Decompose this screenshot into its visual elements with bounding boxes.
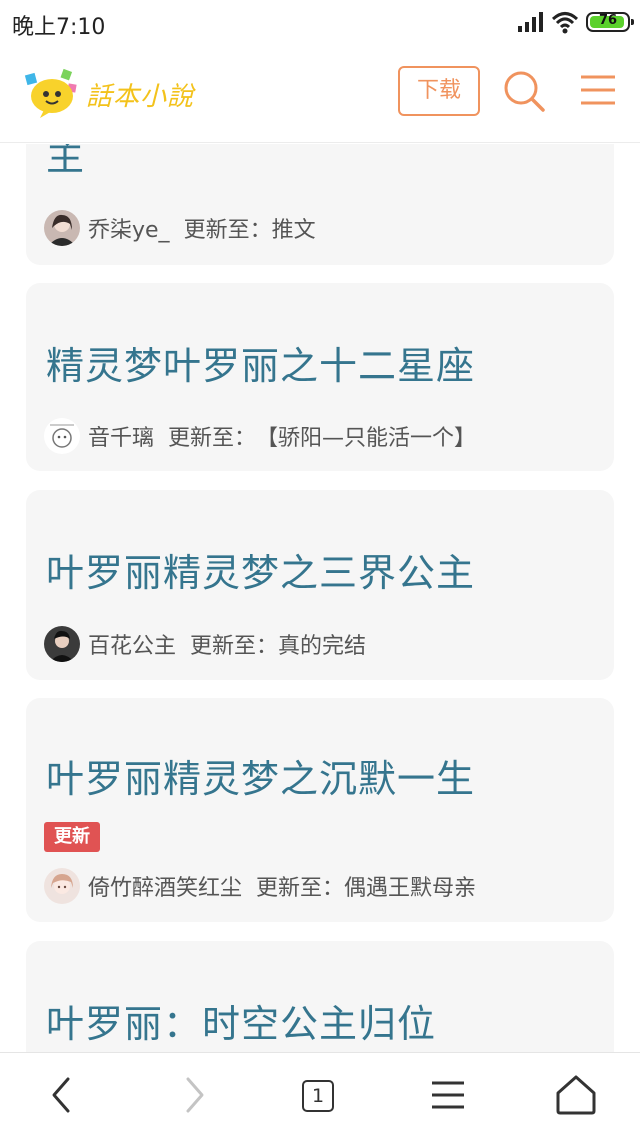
home-icon[interactable]	[554, 1073, 598, 1117]
browser-menu-icon[interactable]	[426, 1073, 470, 1117]
wifi-icon	[551, 12, 579, 34]
novel-meta: 百花公主 更新至： 真的完结	[44, 626, 366, 662]
update-label: 更新至：	[256, 876, 345, 901]
status-bar: 晚上7:10 76	[0, 0, 640, 46]
update-label: 更新至：	[168, 426, 257, 451]
update-badge: 更新	[44, 822, 100, 852]
novel-title[interactable]: 主	[46, 144, 85, 181]
battery-level: 76	[598, 13, 618, 28]
novel-card[interactable]: 精灵梦叶罗丽之十二星座 音千璃 更新至： 【骄阳—只能活一个】	[26, 283, 614, 471]
novel-list: 主 乔柒ye_ 更新至： 推文 精灵梦叶罗丽之十二星座 音千璃 更新至： 【骄阳…	[0, 144, 640, 1052]
update-label: 更新至：	[183, 218, 272, 243]
status-time: 晚上7:10	[12, 15, 106, 40]
back-arrow-icon[interactable]	[40, 1073, 84, 1117]
novel-card[interactable]: 叶罗丽精灵梦之沉默一生 更新 倚竹醉酒笑红尘 更新至： 偶遇王默母亲	[26, 698, 614, 922]
author-name[interactable]: 百花公主	[88, 628, 176, 660]
novel-meta: 乔柒ye_ 更新至： 推文	[44, 210, 316, 246]
author-name[interactable]: 倚竹醉酒笑红尘	[88, 870, 242, 902]
author-avatar	[44, 210, 80, 246]
novel-card[interactable]: 叶罗丽：时空公主归位	[26, 941, 614, 1052]
update-label: 更新至：	[190, 634, 279, 659]
latest-chapter[interactable]: 真的完结	[278, 628, 366, 660]
author-avatar	[44, 868, 80, 904]
download-button[interactable]: 下载	[398, 66, 480, 116]
novel-title[interactable]: 叶罗丽精灵梦之三界公主	[46, 542, 475, 597]
menu-icon[interactable]	[580, 74, 616, 106]
latest-chapter[interactable]: 【骄阳—只能活一个】	[256, 420, 476, 452]
author-name[interactable]: 音千璃	[88, 420, 154, 452]
battery-icon: 76	[586, 12, 634, 32]
mascot-logo-icon	[24, 68, 77, 118]
site-logo[interactable]: 話本小說	[24, 64, 224, 124]
novel-title[interactable]: 叶罗丽精灵梦之沉默一生	[46, 748, 475, 803]
novel-title[interactable]: 精灵梦叶罗丽之十二星座	[46, 335, 475, 390]
logo-text: 話本小說	[86, 82, 195, 112]
forward-arrow-icon[interactable]	[172, 1073, 216, 1117]
site-header: 話本小說 下载	[0, 46, 640, 143]
author-name[interactable]: 乔柒ye_	[88, 212, 170, 244]
novel-title[interactable]: 叶罗丽：时空公主归位	[46, 993, 436, 1048]
novel-card[interactable]: 叶罗丽精灵梦之三界公主 百花公主 更新至： 真的完结	[26, 490, 614, 680]
novel-meta: 音千璃 更新至： 【骄阳—只能活一个】	[44, 418, 476, 454]
novel-card[interactable]: 主 乔柒ye_ 更新至： 推文	[26, 144, 614, 265]
tabs-button[interactable]: 1	[302, 1080, 346, 1124]
tab-count: 1	[302, 1080, 334, 1112]
browser-toolbar: 1	[0, 1052, 640, 1138]
latest-chapter[interactable]: 推文	[272, 212, 316, 244]
latest-chapter[interactable]: 偶遇王默母亲	[344, 870, 476, 902]
search-icon[interactable]	[503, 70, 545, 112]
novel-meta: 倚竹醉酒笑红尘 更新至： 偶遇王默母亲	[44, 868, 476, 904]
author-avatar	[44, 418, 80, 454]
signal-icon	[518, 12, 543, 32]
author-avatar	[44, 626, 80, 662]
